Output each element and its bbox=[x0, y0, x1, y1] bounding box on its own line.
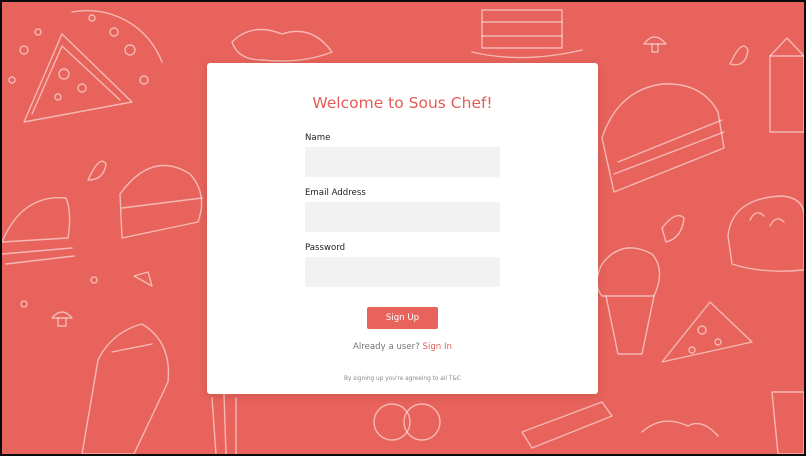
signin-prompt-line: Already a user? Sign In bbox=[207, 342, 598, 352]
page-background: Welcome to Sous Chef! Name Email Address… bbox=[2, 2, 804, 454]
signup-card: Welcome to Sous Chef! Name Email Address… bbox=[207, 63, 598, 394]
page-title: Welcome to Sous Chef! bbox=[312, 94, 493, 112]
password-label: Password bbox=[305, 243, 346, 253]
signin-prompt-text: Already a user? bbox=[353, 342, 420, 352]
name-label: Name bbox=[305, 133, 331, 143]
email-field[interactable] bbox=[305, 202, 500, 232]
sign-in-link[interactable]: Sign In bbox=[423, 342, 452, 352]
sign-up-button[interactable]: Sign Up bbox=[367, 307, 438, 329]
name-field[interactable] bbox=[305, 147, 500, 177]
terms-notice: By signing up you're agreeing to all T&C bbox=[344, 376, 461, 382]
password-field[interactable] bbox=[305, 257, 500, 287]
email-label: Email Address bbox=[305, 188, 366, 198]
